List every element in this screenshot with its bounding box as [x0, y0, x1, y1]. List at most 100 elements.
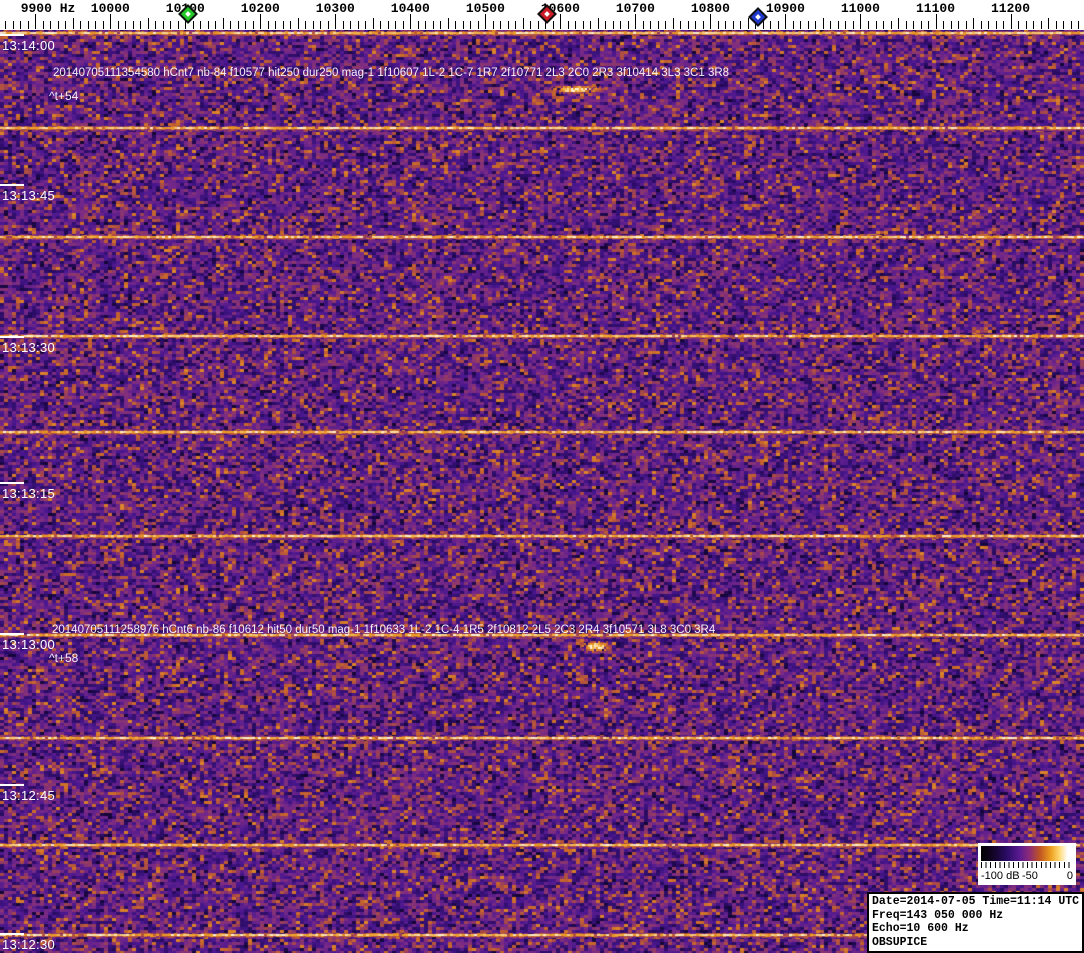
freq-tick-label: 10400 [390, 1, 430, 16]
freq-tick-label: 10000 [90, 1, 130, 16]
freq-tick [687, 21, 689, 29]
freq-tick [762, 21, 764, 29]
freq-tick [192, 21, 194, 29]
freq-tick [282, 21, 284, 29]
info-line-date: Date=2014-07-05 Time=11:14 UTC [872, 895, 1080, 908]
freq-tick [1010, 14, 1012, 29]
freq-tick [575, 21, 577, 29]
freq-tick [1048, 18, 1049, 29]
freq-tick [425, 21, 427, 29]
freq-tick [537, 21, 539, 29]
freq-tick [612, 21, 614, 29]
freq-tick [928, 21, 929, 29]
freq-tick [515, 21, 517, 29]
freq-tick [695, 21, 697, 29]
freq-tick [342, 21, 344, 29]
freq-tick [860, 14, 862, 29]
freq-tick [327, 21, 329, 29]
freq-tick [1055, 21, 1057, 29]
freq-tick [913, 21, 914, 29]
freq-tick [27, 21, 29, 29]
freq-tick [267, 21, 269, 29]
freq-tick [732, 21, 734, 29]
time-label: 13:13:30 [2, 340, 56, 355]
freq-tick [117, 21, 119, 29]
freq-tick-label: 10300 [315, 1, 355, 16]
freq-tick [410, 14, 412, 29]
freq-tick [42, 21, 44, 29]
time-label: 13:12:30 [2, 937, 56, 952]
colorbar: -100 dB -50 0 [978, 843, 1076, 885]
freq-tick [620, 21, 622, 29]
freq-tick [868, 21, 869, 29]
freq-tick [522, 18, 524, 29]
freq-tick [582, 21, 584, 29]
freq-tick [905, 21, 907, 29]
freq-tick [725, 21, 727, 29]
time-label: 13:13:45 [2, 188, 56, 203]
freq-tick [650, 21, 652, 29]
freq-tick [875, 21, 877, 29]
freq-tick-label: 10500 [465, 1, 505, 16]
time-tick [0, 482, 24, 484]
freq-tick [260, 14, 262, 29]
freq-tick [177, 21, 179, 29]
freq-tick [447, 18, 449, 29]
freq-tick [635, 14, 637, 29]
freq-tick [657, 21, 659, 29]
freq-tick [642, 21, 644, 29]
frequency-axis: 9900 Hz100001010010200103001040010500106… [0, 0, 1084, 30]
freq-tick [95, 21, 97, 29]
freq-tick [335, 14, 337, 29]
freq-tick [717, 21, 719, 29]
freq-tick [50, 21, 52, 29]
freq-tick [973, 18, 974, 29]
freq-tick [432, 21, 434, 29]
info-line-echo: Echo=10 600 Hz [872, 922, 969, 935]
freq-tick [898, 18, 899, 29]
freq-tick [387, 21, 389, 29]
freq-tick [297, 18, 299, 29]
freq-tick [440, 21, 442, 29]
freq-tick [837, 21, 839, 29]
freq-tick [500, 21, 502, 29]
freq-tick [815, 21, 817, 29]
freq-tick-label: 10800 [690, 1, 730, 16]
freq-tick [590, 21, 592, 29]
freq-tick [462, 21, 464, 29]
freq-tick [5, 21, 7, 29]
freq-tick [477, 21, 479, 29]
freq-tick [470, 21, 472, 29]
freq-tick [147, 18, 149, 29]
freq-tick [140, 21, 142, 29]
freq-tick [965, 21, 967, 29]
freq-tick [35, 14, 37, 29]
freq-tick [72, 18, 74, 29]
time-tick [0, 933, 24, 935]
freq-tick [305, 21, 307, 29]
freq-tick [627, 21, 629, 29]
freq-tick [455, 21, 457, 29]
freq-tick [170, 21, 172, 29]
freq-tick-label: 10200 [240, 1, 280, 16]
freq-tick [943, 21, 944, 29]
freq-tick [770, 21, 772, 29]
freq-tick [365, 21, 367, 29]
detection-time-offset: ^t+58 [49, 651, 79, 665]
freq-tick [1040, 21, 1042, 29]
freq-tick [665, 21, 667, 29]
freq-tick [417, 21, 419, 29]
freq-tick [830, 21, 832, 29]
time-label: 13:14:00 [2, 38, 56, 53]
freq-tick [800, 21, 802, 29]
freq-tick [395, 21, 397, 29]
info-line-freq: Freq=143 050 000 Hz [872, 908, 1004, 922]
freq-tick [20, 21, 22, 29]
colorbar-ticks [981, 862, 1073, 870]
time-label: 13:13:15 [2, 486, 56, 501]
freq-tick [672, 18, 674, 29]
freq-tick-label: 10900 [765, 1, 805, 16]
freq-tick-label: 11200 [990, 1, 1031, 16]
freq-tick-label: 11100 [915, 1, 956, 16]
freq-tick [12, 21, 14, 29]
